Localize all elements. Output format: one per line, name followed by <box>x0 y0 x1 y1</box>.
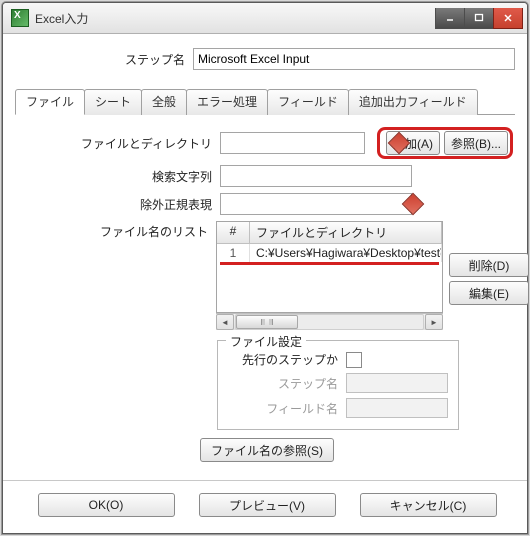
edit-button[interactable]: 編集(E) <box>449 281 529 305</box>
footer-buttons: OK(O) プレビュー(V) キャンセル(C) <box>15 493 515 523</box>
minimize-button[interactable] <box>435 8 465 29</box>
required-icon <box>402 193 425 216</box>
cell-path: C:¥Users¥Hagiwara¥Desktop¥test¥N <box>250 244 442 262</box>
filelist-label: ファイル名のリスト <box>17 221 216 240</box>
fieldname-select <box>346 398 448 418</box>
scroll-left-icon[interactable]: ◄ <box>216 314 234 330</box>
fieldname-label: フィールド名 <box>228 400 346 417</box>
table-row[interactable]: 1 C:¥Users¥Hagiwara¥Desktop¥test¥N <box>217 244 442 262</box>
tab-sheet[interactable]: シート <box>84 89 142 115</box>
excel-icon <box>11 9 29 27</box>
col-path[interactable]: ファイルとディレクトリ <box>250 222 442 243</box>
dialog-window: Excel入力 ステップ名 ファイル シート 全般 エラー処理 フィールド 追加… <box>2 2 528 534</box>
table-header: # ファイルとディレクトリ <box>217 222 442 244</box>
filedir-input[interactable] <box>220 132 365 154</box>
scroll-track[interactable] <box>235 314 424 330</box>
close-button[interactable] <box>493 8 523 29</box>
browse-names-button[interactable]: ファイル名の参照(S) <box>200 438 334 462</box>
highlight-underline <box>220 262 439 265</box>
search-label: 検索文字列 <box>17 168 220 185</box>
exclude-label: 除外正規表現 <box>17 196 220 213</box>
step-name-input[interactable] <box>193 48 515 70</box>
file-settings-group: ファイル設定 先行のステップか ステップ名 フィールド名 <box>217 340 459 430</box>
separator <box>3 480 527 481</box>
step-name-label: ステップ名 <box>15 51 193 68</box>
exclude-input[interactable] <box>220 193 412 215</box>
horizontal-scrollbar[interactable]: ◄ ► <box>216 313 443 330</box>
ok-button[interactable]: OK(O) <box>38 493 175 517</box>
tab-additional-fields[interactable]: 追加出力フィールド <box>348 89 478 115</box>
window-title: Excel入力 <box>35 10 436 27</box>
titlebar[interactable]: Excel入力 <box>3 3 527 34</box>
tab-file[interactable]: ファイル <box>15 89 85 115</box>
tabstrip: ファイル シート 全般 エラー処理 フィールド 追加出力フィールド <box>15 88 515 115</box>
file-table-container: # ファイルとディレクトリ 1 C:¥Users¥Hagiwara¥Deskto… <box>216 221 443 330</box>
stepname-label: ステップ名 <box>228 375 346 392</box>
cell-num: 1 <box>217 244 250 262</box>
filedir-label: ファイルとディレクトリ <box>17 135 220 152</box>
cancel-button[interactable]: キャンセル(C) <box>360 493 497 517</box>
search-input[interactable] <box>220 165 412 187</box>
browse-button[interactable]: 参照(B)... <box>444 131 508 155</box>
side-buttons: 削除(D) 編集(E) <box>449 221 513 309</box>
tab-general[interactable]: 全般 <box>141 89 187 115</box>
tab-fields[interactable]: フィールド <box>267 89 349 115</box>
client-area: ステップ名 ファイル シート 全般 エラー処理 フィールド 追加出力フィールド … <box>3 34 527 533</box>
tab-error[interactable]: エラー処理 <box>186 89 268 115</box>
scroll-right-icon[interactable]: ► <box>425 314 443 330</box>
file-tab-panel: ファイルとディレクトリ 追加(A) 参照(B)... 検索文字列 除外正規表現 <box>15 123 515 480</box>
scroll-thumb[interactable] <box>236 315 298 329</box>
delete-button[interactable]: 削除(D) <box>449 253 529 277</box>
preview-button[interactable]: プレビュー(V) <box>199 493 336 517</box>
maximize-button[interactable] <box>464 8 494 29</box>
prev-step-checkbox[interactable] <box>346 352 362 368</box>
stepname-select <box>346 373 448 393</box>
col-num[interactable]: # <box>217 222 250 243</box>
file-settings-legend: ファイル設定 <box>226 333 306 350</box>
window-controls <box>436 8 523 28</box>
file-table[interactable]: # ファイルとディレクトリ 1 C:¥Users¥Hagiwara¥Deskto… <box>216 221 443 313</box>
prev-step-label: 先行のステップか <box>228 351 346 368</box>
